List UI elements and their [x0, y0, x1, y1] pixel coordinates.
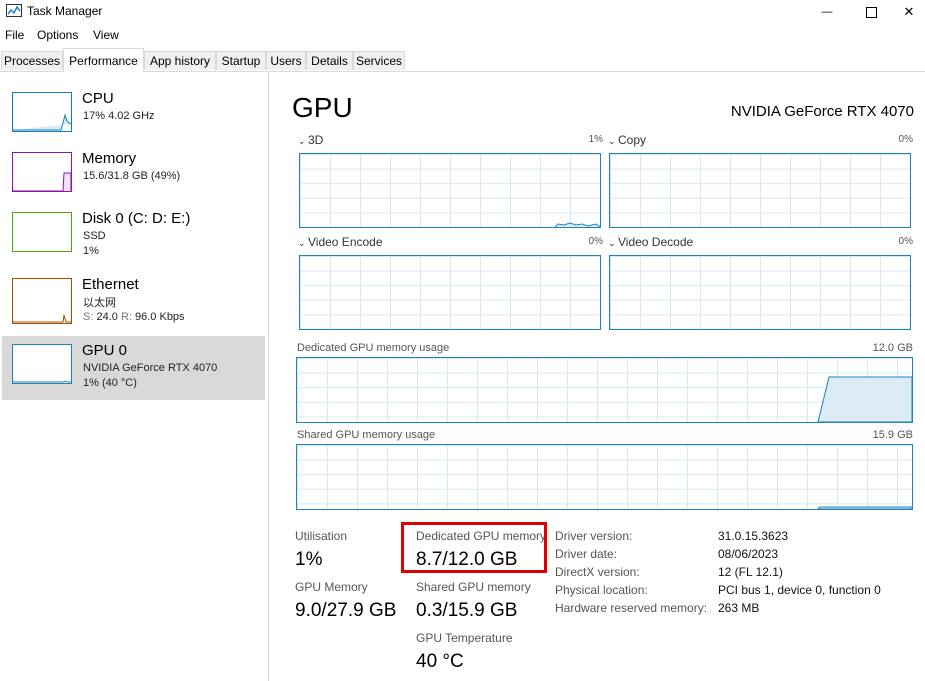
dedicated-memory-graph-max: 12.0 GB — [872, 342, 913, 354]
close-button[interactable]: ✕ — [893, 0, 925, 24]
driver-date-label: Driver date: — [555, 547, 618, 561]
cpu-thumbnail-graph — [12, 92, 72, 132]
tab-app-history[interactable]: App history — [144, 51, 216, 70]
dedicated-memory-graph — [296, 357, 913, 423]
gpu-detail-pane: GPU NVIDIA GeForce RTX 4070 ⌄ 3D 1% ⌄ Copy… — [270, 72, 925, 681]
gpu-temperature-label: GPU Temperature — [416, 631, 513, 645]
directx-version-value: 12 (FL 12.1) — [718, 565, 783, 579]
tab-services[interactable]: Services — [353, 51, 405, 70]
engine-selector-video-encode[interactable]: ⌄ Video Encode — [298, 235, 383, 249]
sidebar-item-detail: 15.6/31.8 GB (49%) — [83, 170, 181, 182]
gpu-memory-value: 9.0/27.9 GB — [295, 600, 397, 621]
menu-view[interactable]: View — [93, 28, 119, 42]
menu-options[interactable]: Options — [37, 28, 78, 42]
ethernet-thumbnail-graph — [12, 278, 72, 324]
sidebar-item-cpu[interactable]: CPU 17% 4.02 GHz — [2, 84, 265, 150]
sidebar-item-memory[interactable]: Memory 15.6/31.8 GB (49%) — [2, 144, 265, 210]
engine-graph-copy — [609, 153, 911, 228]
sidebar-item-disk[interactable]: Disk 0 (C: D: E:) SSD 1% — [2, 204, 265, 270]
tab-startup[interactable]: Startup — [216, 51, 266, 70]
menu-file[interactable]: File — [5, 28, 24, 42]
chevron-down-icon: ⌄ — [298, 238, 306, 248]
engine-percent-3d: 1% — [588, 134, 603, 145]
physical-location-label: Physical location: — [555, 583, 648, 597]
engine-selector-3d[interactable]: ⌄ 3D — [298, 133, 323, 147]
dedicated-memory-graph-label: Dedicated GPU memory usage — [297, 342, 450, 354]
disk-thumbnail-graph — [12, 212, 72, 252]
engine-selector-copy[interactable]: ⌄ Copy — [608, 133, 646, 147]
chevron-down-icon: ⌄ — [298, 136, 306, 146]
receive-label: R: — [120, 311, 132, 323]
tab-users[interactable]: Users — [266, 51, 306, 70]
sidebar-item-label: Ethernet — [82, 276, 139, 293]
engine-selector-video-decode[interactable]: ⌄ Video Decode — [608, 235, 693, 249]
sidebar-item-label: Disk 0 (C: D: E:) — [82, 210, 191, 227]
chevron-down-icon: ⌄ — [608, 136, 616, 146]
engine-graph-video-decode — [609, 255, 911, 330]
sidebar-item-label: GPU 0 — [82, 342, 128, 359]
utilisation-value: 1% — [295, 549, 323, 570]
driver-date-value: 08/06/2023 — [718, 547, 779, 561]
red-highlight-box — [401, 522, 547, 573]
shared-memory-graph-label: Shared GPU memory usage — [297, 429, 436, 441]
sidebar-item-label: CPU — [82, 90, 114, 107]
chevron-down-icon: ⌄ — [608, 238, 616, 248]
engine-graph-3d — [299, 153, 601, 228]
sidebar-item-detail: 1% — [83, 245, 99, 257]
title-bar: Task Manager — ✕ — [0, 0, 925, 24]
driver-version-label: Driver version: — [555, 529, 633, 543]
gpu-thumbnail-graph — [12, 344, 72, 384]
engine-graph-video-encode — [299, 255, 601, 330]
send-value: 24.0 — [96, 311, 118, 323]
gpu-memory-label: GPU Memory — [295, 580, 368, 594]
directx-version-label: DirectX version: — [555, 565, 640, 579]
shared-memory-graph — [296, 444, 913, 510]
sidebar-item-detail: S: 24.0 R: 96.0 Kbps — [83, 311, 185, 323]
sidebar-item-detail: 1% (40 °C) — [83, 377, 137, 389]
engine-percent-video-encode: 0% — [588, 236, 603, 247]
sidebar-item-ethernet[interactable]: Ethernet 以太网 S: 24.0 R: 96.0 Kbps — [2, 270, 265, 336]
engine-percent-video-decode: 0% — [898, 236, 913, 247]
memory-thumbnail-graph — [12, 152, 72, 192]
physical-location-value: PCI bus 1, device 0, function 0 — [718, 583, 881, 597]
minimize-icon: — — [821, 6, 833, 18]
driver-version-value: 31.0.15.3623 — [718, 529, 789, 543]
sidebar-item-detail: 17% 4.02 GHz — [83, 110, 155, 122]
minimize-button[interactable]: — — [804, 0, 850, 24]
tab-bar: Processes Performance App history Startu… — [0, 48, 925, 72]
page-title: GPU — [292, 92, 353, 123]
sidebar-item-gpu[interactable]: GPU 0 NVIDIA GeForce RTX 4070 1% (40 °C) — [2, 336, 265, 400]
maximize-icon — [865, 6, 877, 18]
receive-value: 96.0 Kbps — [135, 311, 185, 323]
gpu-device-name: NVIDIA GeForce RTX 4070 — [730, 103, 914, 120]
hardware-reserved-memory-value: 263 MB — [718, 601, 760, 615]
tab-performance[interactable]: Performance — [63, 48, 144, 72]
maximize-button[interactable] — [848, 0, 894, 24]
sidebar-item-detail: SSD — [83, 230, 106, 242]
window-title: Task Manager — [27, 4, 103, 18]
close-icon: ✕ — [903, 4, 915, 19]
sidebar-item-detail: NVIDIA GeForce RTX 4070 — [83, 362, 218, 374]
performance-sidebar: CPU 17% 4.02 GHz Memory 15.6/31.8 GB (49… — [0, 72, 269, 681]
sidebar-item-detail: 以太网 — [83, 297, 116, 309]
task-manager-icon — [6, 4, 22, 17]
sidebar-item-label: Memory — [82, 150, 137, 167]
shared-memory-value: 0.3/15.9 GB — [416, 600, 518, 621]
shared-memory-label: Shared GPU memory — [416, 580, 531, 594]
tab-details[interactable]: Details — [306, 51, 353, 70]
engine-percent-copy: 0% — [898, 134, 913, 145]
tab-processes[interactable]: Processes — [1, 51, 63, 70]
utilisation-label: Utilisation — [295, 529, 348, 543]
send-label: S: — [83, 311, 94, 323]
gpu-temperature-value: 40 °C — [416, 651, 464, 672]
hardware-reserved-memory-label: Hardware reserved memory: — [555, 601, 708, 615]
shared-memory-graph-max: 15.9 GB — [872, 429, 913, 441]
